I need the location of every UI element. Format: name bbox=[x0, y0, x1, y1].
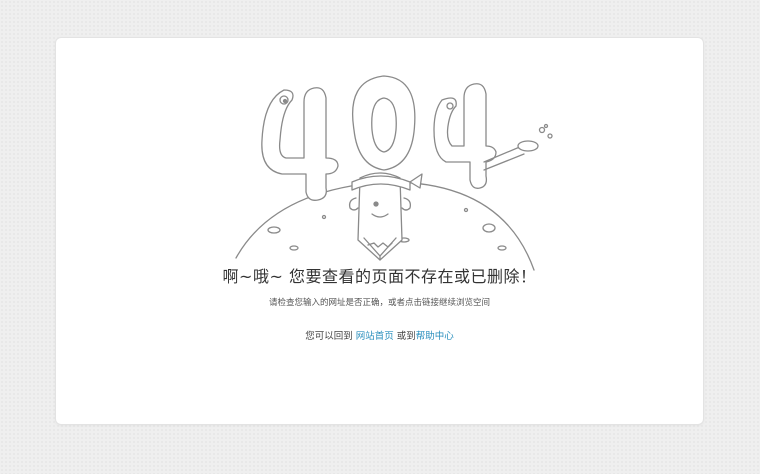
digit-four-right bbox=[433, 83, 497, 189]
error-card: 啊~哦~ 您要查看的页面不存在或已删除！ 请检查您输入的网址是否正确，或者点击链… bbox=[55, 37, 704, 425]
planet-crater bbox=[289, 245, 299, 251]
help-links: 您可以回到 网站首页 或到帮助中心 bbox=[56, 328, 703, 342]
error-subtitle: 请检查您输入的网址是否正确，或者点击链接继续浏览空间 bbox=[268, 298, 490, 308]
error-title: 啊~哦~ 您要查看的页面不存在或已删除！ bbox=[222, 267, 537, 286]
home-link[interactable]: 网站首页 bbox=[356, 331, 394, 342]
digit-zero bbox=[352, 75, 416, 171]
planet-crater bbox=[267, 226, 281, 234]
planet-crater bbox=[497, 245, 507, 251]
digit-four-left bbox=[261, 87, 339, 201]
help-center-link[interactable]: 帮助中心 bbox=[416, 331, 454, 342]
ufo-icon bbox=[517, 140, 539, 152]
nav-prefix-text: 您可以回到 bbox=[305, 331, 353, 342]
404-illustration bbox=[235, 75, 553, 271]
planet-crater bbox=[482, 223, 496, 233]
or-text: 或到 bbox=[396, 331, 416, 342]
